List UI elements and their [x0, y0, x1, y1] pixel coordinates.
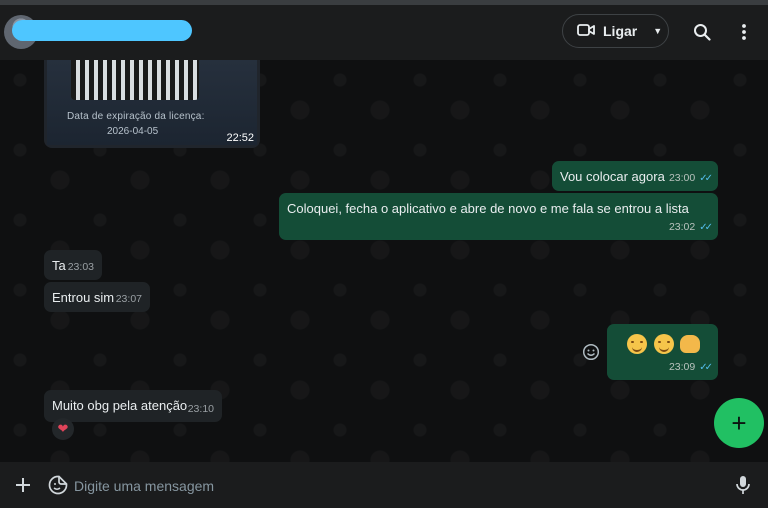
sticker-icon[interactable]	[47, 474, 69, 496]
microphone-icon[interactable]	[732, 474, 754, 496]
plus-icon[interactable]	[12, 474, 34, 496]
call-button-label: Ligar	[603, 23, 638, 39]
image-caption-line2: 2026-04-05	[107, 126, 159, 137]
message-time: 23:00	[668, 172, 696, 184]
message-bubble-outgoing[interactable]: 23:09 ✓✓	[607, 324, 718, 380]
call-button[interactable]: Ligar ▼	[562, 14, 669, 48]
message-bubble-incoming[interactable]: Ta 23:03	[44, 250, 102, 280]
message-bubble-incoming[interactable]: Muito obg pela atenção 23:10	[44, 390, 222, 422]
message-bubble-outgoing[interactable]: Vou colocar agora 23:00 ✓✓	[552, 161, 718, 191]
contact-name-redacted[interactable]	[12, 20, 192, 41]
image-message[interactable]: Data de expiração da licença: 2026-04-05…	[44, 60, 260, 148]
composer-bar	[0, 462, 768, 508]
smiling-face-emoji	[653, 334, 674, 354]
message-text: Entrou sim	[52, 290, 115, 305]
chat-area: Data de expiração da licença: 2026-04-05…	[0, 60, 768, 462]
plus-fab-icon: +	[731, 407, 747, 438]
new-action-button[interactable]: +	[714, 398, 764, 448]
read-ticks-icon: ✓✓	[699, 222, 713, 233]
kebab-menu-icon[interactable]	[732, 20, 756, 44]
message-input[interactable]	[72, 468, 716, 504]
message-text: Coloquei, fecha o aplicativo e abre de n…	[287, 201, 689, 216]
handshake-emoji	[680, 335, 701, 353]
chat-header: Ligar ▼	[0, 5, 768, 60]
search-icon[interactable]	[690, 20, 714, 44]
message-text: Muito obg pela atenção	[52, 398, 188, 413]
message-time: 23:09	[668, 361, 696, 373]
smiling-face-emoji	[627, 334, 647, 354]
emoji-react-icon[interactable]	[582, 343, 600, 361]
message-time: 23:07	[115, 293, 142, 305]
message-text: Ta	[52, 258, 66, 273]
image-caption-line1: Data de expiração da licença:	[67, 111, 205, 122]
message-time: 23:02	[668, 221, 696, 233]
message-time: 23:10	[187, 403, 214, 415]
video-camera-icon	[577, 23, 595, 40]
chevron-down-icon: ▼	[653, 26, 663, 36]
message-bubble-incoming[interactable]: Entrou sim 23:07	[44, 282, 150, 312]
message-text: Vou colocar agora	[560, 169, 665, 184]
heart-reaction-icon[interactable]: ❤	[52, 418, 74, 440]
message-time: 23:03	[67, 261, 94, 273]
qr-code	[71, 60, 199, 100]
message-time: 22:52	[226, 132, 254, 144]
message-bubble-outgoing[interactable]: Coloquei, fecha o aplicativo e abre de n…	[279, 193, 718, 240]
read-ticks-icon: ✓✓	[699, 173, 713, 184]
read-ticks-icon: ✓✓	[699, 362, 713, 373]
